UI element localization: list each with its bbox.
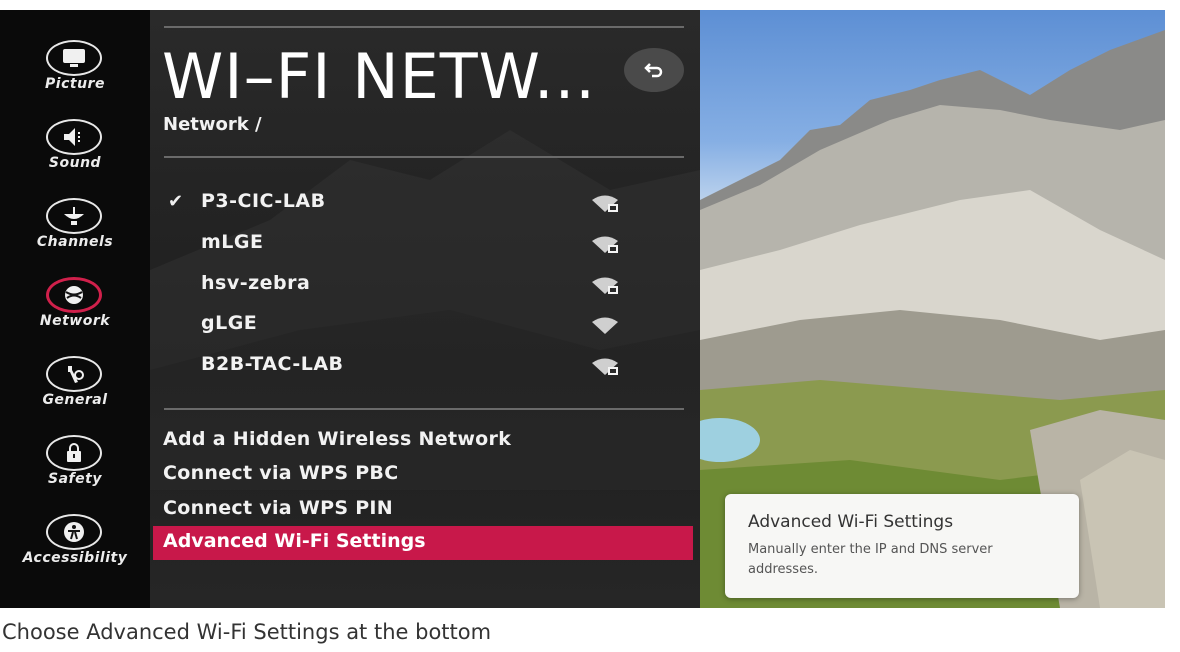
tooltip-title: Advanced Wi-Fi Settings: [748, 512, 954, 532]
network-item[interactable]: hsv-zebra: [164, 270, 624, 306]
page-title: WI–FI NETW...: [162, 40, 596, 113]
speaker-icon: [64, 128, 80, 146]
sidebar-item-label: Picture: [45, 76, 105, 92]
tools-icon: [68, 366, 84, 383]
sidebar-item-general[interactable]: General: [0, 346, 150, 425]
network-item[interactable]: B2B-TAC-LAB: [164, 351, 624, 387]
divider: [164, 156, 684, 158]
tooltip-body: Manually enter the IP and DNS server add…: [748, 542, 993, 577]
wifi-locked-icon: [592, 358, 618, 375]
wifi-open-icon: [592, 317, 618, 334]
help-tooltip: Advanced Wi-Fi Settings Manually enter t…: [725, 494, 1079, 598]
network-name: mLGE: [201, 231, 264, 253]
breadcrumb: Network /: [163, 114, 262, 135]
advanced-wifi-settings-button[interactable]: Advanced Wi-Fi Settings: [153, 526, 693, 560]
wifi-locked-icon: [592, 236, 618, 253]
back-arrow-icon: [644, 63, 663, 78]
network-name: P3-CIC-LAB: [201, 190, 326, 212]
wps-pbc-button[interactable]: Connect via WPS PBC: [163, 462, 398, 484]
wps-pin-button[interactable]: Connect via WPS PIN: [163, 497, 393, 519]
back-button[interactable]: [624, 48, 684, 92]
lock-icon: [67, 443, 81, 462]
sidebar-item-sound[interactable]: Sound: [0, 109, 150, 188]
sidebar-item-label: Sound: [48, 155, 102, 171]
sidebar-item-network[interactable]: Network: [0, 267, 150, 346]
globe-icon: [65, 286, 83, 304]
sidebar-item-label: Safety: [48, 471, 102, 487]
sidebar-item-label: Channels: [36, 234, 114, 250]
satellite-icon: [64, 207, 84, 225]
wifi-menu-panel: WI–FI NETW... Network / ✔ P3-CIC-LAB mLG…: [150, 10, 700, 608]
sidebar-item-label: Network: [39, 313, 111, 329]
accessibility-icon: [64, 522, 84, 542]
wifi-locked-icon: [592, 277, 618, 294]
connected-check-icon: ✔: [168, 191, 184, 212]
network-item[interactable]: ✔ P3-CIC-LAB: [164, 188, 624, 224]
tv-screen: Picture Sound Channels Network General S…: [0, 10, 1165, 608]
network-name: gLGE: [201, 312, 258, 334]
network-item[interactable]: gLGE: [164, 310, 624, 346]
add-hidden-network-button[interactable]: Add a Hidden Wireless Network: [163, 428, 511, 450]
advanced-wifi-settings-label: Advanced Wi-Fi Settings: [163, 530, 426, 552]
divider: [164, 26, 684, 28]
network-name: hsv-zebra: [201, 272, 311, 294]
sidebar-item-safety[interactable]: Safety: [0, 425, 150, 504]
wifi-locked-icon: [592, 195, 618, 212]
settings-sidebar: Picture Sound Channels Network General S…: [0, 10, 150, 608]
network-name: B2B-TAC-LAB: [201, 353, 344, 375]
caption: Choose Advanced Wi-Fi Settings at the bo…: [2, 620, 492, 644]
network-item[interactable]: mLGE: [164, 229, 624, 265]
sidebar-item-picture[interactable]: Picture: [0, 30, 150, 109]
sidebar-item-accessibility[interactable]: Accessibility: [0, 504, 150, 583]
sidebar-item-label: Accessibility: [22, 550, 128, 566]
divider: [164, 408, 684, 410]
sidebar-item-label: General: [42, 392, 108, 408]
sidebar-item-channels[interactable]: Channels: [0, 188, 150, 267]
picture-icon: [63, 49, 85, 67]
